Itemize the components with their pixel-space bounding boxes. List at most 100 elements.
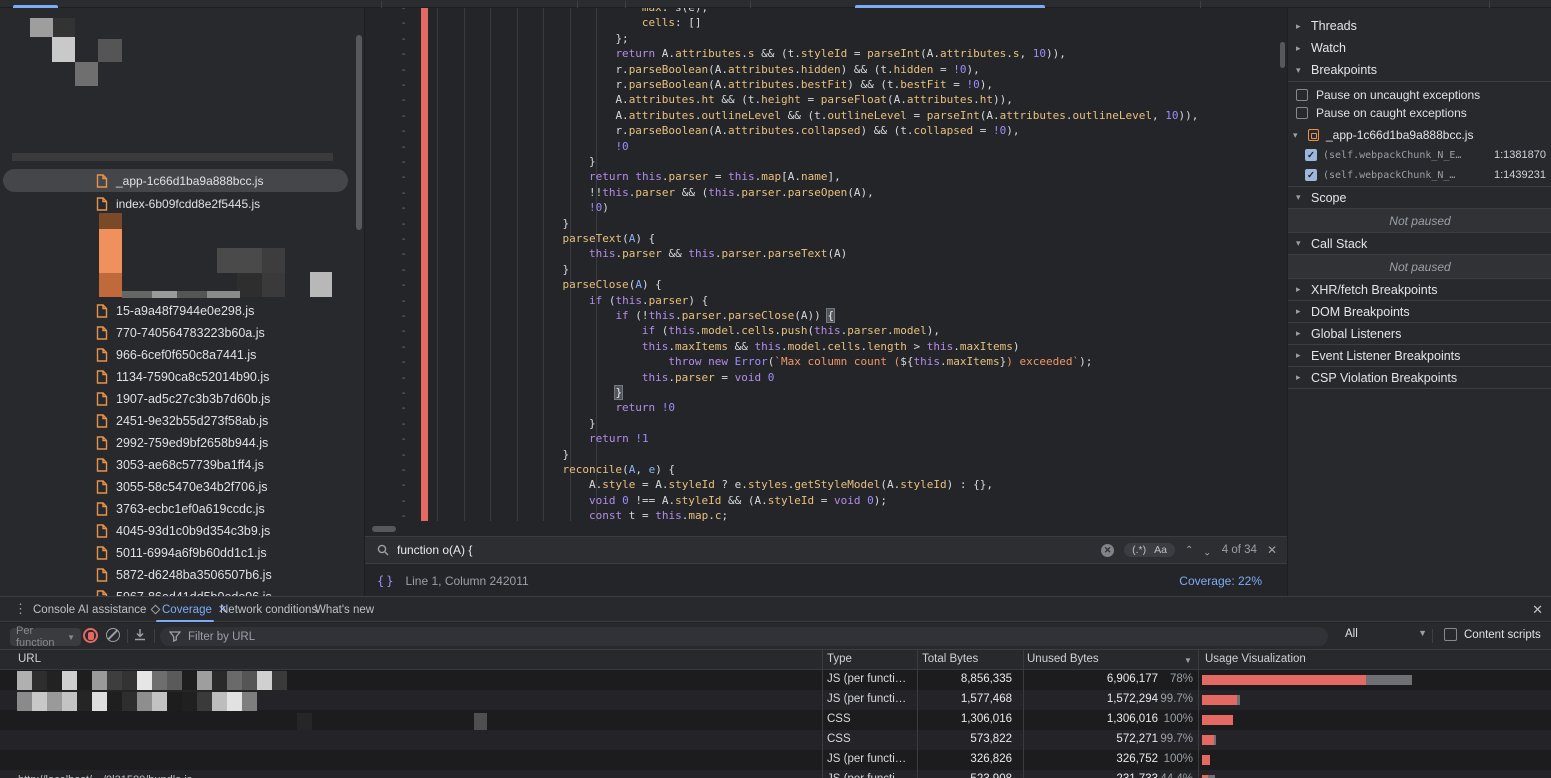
editor-status-bar: {} Line 1, Column 242011 Coverage: 22% <box>365 565 1287 596</box>
file-list-item[interactable]: 966-6cef0f650c8a7441.js <box>0 344 365 366</box>
horizontal-scrollbar[interactable] <box>365 523 1287 535</box>
unused-bytes-cell: 572,271 <box>1028 733 1158 745</box>
tab-coverage[interactable]: Coverage✕ <box>162 597 227 622</box>
total-bytes-cell: 8,856,335 <box>892 673 1012 685</box>
breakpoint-entry[interactable]: ✓(self.webpackChunk_N_E…1:1381870 <box>1288 145 1551 165</box>
file-name: 2451-9e32b55d273f58ab.js <box>116 414 268 428</box>
section-breakpoints[interactable]: ▾Breakpoints <box>1288 59 1551 81</box>
file-list-item-selected[interactable]: _app-1c66d1ba9a888bcc.js <box>3 169 348 192</box>
checkbox-unchecked[interactable] <box>1296 89 1308 101</box>
breakpoint-file-name: _app-1c66d1ba9a888bcc.js <box>1326 128 1473 142</box>
code-line: throw new Error(`Max column count (${thi… <box>430 354 1092 369</box>
file-list-item[interactable]: 5967-86ed41dd5b0ede96.js <box>0 586 365 596</box>
redacted-block <box>257 671 272 690</box>
pause-uncaught-row[interactable]: Pause on uncaught exceptions <box>1296 86 1546 104</box>
breakpoint-location[interactable]: 1:1439231 <box>1494 169 1546 181</box>
close-search-icon[interactable]: ✕ <box>1267 543 1277 557</box>
column-header-unused-bytes[interactable]: Unused Bytes <box>1027 653 1099 665</box>
section-scope[interactable]: ▾Scope <box>1288 186 1551 208</box>
tab-console[interactable]: Console <box>33 597 75 622</box>
export-icon[interactable] <box>133 628 147 642</box>
file-list-item[interactable]: 1907-ad5c27c3b3b7d60b.js <box>0 388 365 410</box>
breakpoint-location[interactable]: 1:1381870 <box>1494 149 1546 161</box>
section-watch[interactable]: ▸Watch <box>1288 37 1551 59</box>
editor-search-bar[interactable]: function o(A) { ✕ (.*) Aa ⌃ ⌃ 4 of 34 ✕ <box>365 536 1287 564</box>
content-type-filter-select[interactable]: All▼ <box>1345 628 1427 640</box>
unused-percent-cell: 100% <box>1145 753 1193 765</box>
tab-network-conditions[interactable]: Network conditions <box>220 597 317 622</box>
checkbox-unchecked[interactable] <box>1296 107 1308 119</box>
redacted-block <box>99 229 122 273</box>
clear-search-icon[interactable]: ✕ <box>1101 544 1114 557</box>
file-list-item[interactable]: 5011-6994a6f9b60dd1c1.js <box>0 542 365 564</box>
redacted-block <box>62 671 77 690</box>
file-list-item[interactable]: 2451-9e32b55d273f58ab.js <box>0 410 365 432</box>
file-list-item[interactable]: index-6b09fcdd8e2f5445.js <box>3 192 348 215</box>
column-header-total-bytes[interactable]: Total Bytes <box>922 653 978 665</box>
more-tabs-icon[interactable]: ⋮ <box>14 601 27 617</box>
file-list-item[interactable]: 3053-ae68c57739ba1ff4.js <box>0 454 365 476</box>
code-line: this.parser = void 0 <box>430 370 774 385</box>
scrollbar-thumb[interactable] <box>372 526 396 532</box>
redacted-block <box>92 692 107 711</box>
vertical-scrollbar[interactable] <box>1280 42 1285 68</box>
column-header-usage-visualization[interactable]: Usage Visualization <box>1205 653 1306 665</box>
file-list-item[interactable]: 3763-ecbc1ef0a619ccdc.js <box>0 498 365 520</box>
checkbox-unchecked[interactable] <box>1444 628 1457 641</box>
file-list-item[interactable]: 2992-759ed9bf2658b944.js <box>0 432 365 454</box>
navigator-scrollbar[interactable] <box>356 35 362 230</box>
file-list-item[interactable]: 15-a9a48f7944e0e298.js <box>0 300 365 322</box>
content-scripts-toggle[interactable]: Content scripts <box>1444 628 1541 641</box>
code-viewport[interactable]: ---------------------------------- max: … <box>365 8 1287 523</box>
breakpoint-file-group[interactable]: ▾ _app-1c66d1ba9a888bcc.js <box>1288 125 1551 145</box>
column-header-type[interactable]: Type <box>827 653 852 665</box>
next-match-button[interactable]: ⌃ <box>1203 545 1211 556</box>
filter-input[interactable]: Filter by URL <box>160 627 1328 646</box>
checkbox-checked[interactable]: ✓ <box>1305 149 1317 161</box>
sidebar-section-dom-breakpoints[interactable]: ▸DOM Breakpoints <box>1288 300 1551 322</box>
regex-toggle[interactable]: (.*) <box>1132 544 1146 556</box>
code-line: const t = this.map.c; <box>430 508 728 523</box>
search-query[interactable]: function o(A) { <box>397 543 472 557</box>
redacted-block <box>107 692 122 711</box>
section-call-stack[interactable]: ▾Call Stack <box>1288 232 1551 254</box>
checkbox-label: Pause on caught exceptions <box>1316 106 1467 120</box>
column-header-url[interactable]: URL <box>18 653 41 665</box>
file-list-item[interactable]: 3055-58c5470e34b2f706.js <box>0 476 365 498</box>
active-tab-underline <box>156 620 214 622</box>
close-drawer-icon[interactable]: ✕ <box>1532 602 1543 618</box>
table-row[interactable]: http://localhost/…/9l31580/bundle.jsJS (… <box>0 770 1551 778</box>
file-list-item[interactable]: 4045-93d1c0b9d354c3b9.js <box>0 520 365 542</box>
tab-ai-assistance[interactable]: AI assistance <box>78 597 159 622</box>
coverage-type-select[interactable]: Per function▼ <box>10 628 81 646</box>
file-list-item[interactable]: 1134-7590ca8c52014b90.js <box>0 366 365 388</box>
top-tab-strip[interactable] <box>0 0 1551 8</box>
sidebar-section-event-listener-breakpoints[interactable]: ▸Event Listener Breakpoints <box>1288 344 1551 366</box>
file-name: 3055-58c5470e34b2f706.js <box>116 480 268 494</box>
previous-match-button[interactable]: ⌃ <box>1185 545 1193 556</box>
table-row[interactable]: CSS573,822572,27199.7% <box>0 730 1551 750</box>
clear-button[interactable] <box>106 628 120 642</box>
pause-caught-row[interactable]: Pause on caught exceptions <box>1296 104 1546 122</box>
tab-whats-new[interactable]: What's new <box>315 597 374 622</box>
sidebar-section-csp-violation-breakpoints[interactable]: ▸CSP Violation Breakpoints <box>1288 366 1551 388</box>
coverage-percentage-link[interactable]: Coverage: 22% <box>1179 574 1262 588</box>
match-case-toggle[interactable]: Aa <box>1154 544 1167 556</box>
section-threads[interactable]: ▸Threads <box>1288 15 1551 37</box>
table-row[interactable]: JS (per functi…326,826326,752100% <box>0 750 1551 770</box>
file-list-item[interactable]: 5872-d6248ba3506507b6.js <box>0 564 365 586</box>
code-line: return !0 <box>430 400 675 415</box>
gutter-line-marker: - <box>387 477 407 492</box>
redacted-block <box>207 291 240 298</box>
code-line: }; <box>430 31 629 46</box>
pretty-print-icon[interactable]: {} <box>377 574 395 588</box>
sidebar-section-global-listeners[interactable]: ▸Global Listeners <box>1288 322 1551 344</box>
redacted-block <box>167 692 182 711</box>
sidebar-section-xhr-fetch-breakpoints[interactable]: ▸XHR/fetch Breakpoints <box>1288 278 1551 300</box>
table-row[interactable]: CSS1,306,0161,306,016100% <box>0 710 1551 730</box>
file-list-item[interactable]: 770-740564783223b60a.js <box>0 322 365 344</box>
checkbox-checked[interactable]: ✓ <box>1305 169 1317 181</box>
breakpoint-entry[interactable]: ✓(self.webpackChunk_N_…1:1439231 <box>1288 165 1551 185</box>
gutter-line-marker: - <box>387 154 407 169</box>
record-button[interactable] <box>83 628 98 643</box>
